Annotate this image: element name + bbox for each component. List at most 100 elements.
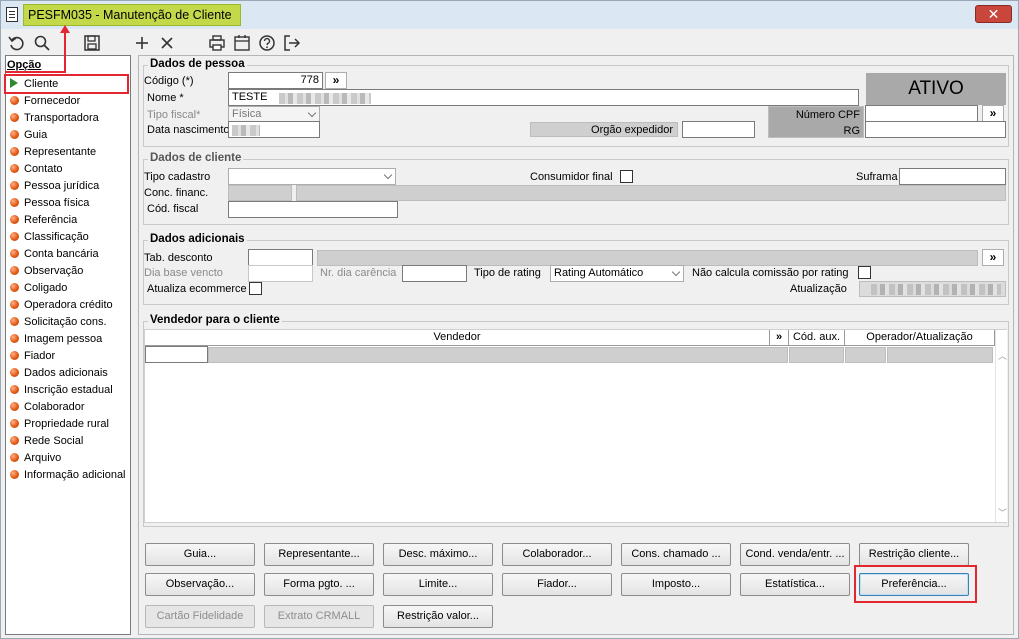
nr-dia-carencia-input[interactable] (402, 265, 467, 282)
suframa-input[interactable] (899, 168, 1006, 185)
dia-base-label: Dia base vencto (144, 267, 223, 279)
sidebar-item-17[interactable]: Dados adicionais (10, 365, 108, 382)
sidebar-item-label: Guia (24, 129, 48, 141)
col-lookup[interactable]: » (770, 330, 789, 346)
bullet-icon (10, 334, 19, 343)
dados-pessoa-title: Dados de pessoa (148, 58, 247, 70)
calendar-icon[interactable] (232, 33, 252, 53)
sidebar-item-13[interactable]: Operadora crédito (10, 297, 113, 314)
sidebar-item-8[interactable]: Referência (10, 212, 77, 229)
button-row2-0[interactable]: Observação... (145, 573, 255, 596)
sidebar-item-4[interactable]: Representante (10, 144, 96, 161)
tipo-cadastro-select[interactable] (228, 168, 396, 185)
sidebar-item-18[interactable]: Inscrição estadual (10, 382, 113, 399)
exit-icon[interactable] (282, 33, 302, 53)
atualiza-ecommerce-checkbox[interactable] (249, 282, 262, 295)
sidebar-item-11[interactable]: Observação (10, 263, 83, 280)
bullet-icon (10, 181, 19, 190)
codigo-label: Código (*) (144, 75, 194, 87)
sidebar-item-1[interactable]: Fornecedor (10, 93, 80, 110)
button-row3-2[interactable]: Restrição valor... (383, 605, 493, 628)
sidebar-item-label: Representante (24, 146, 97, 158)
suframa-label: Suframa (856, 171, 898, 183)
bullet-icon (10, 249, 19, 258)
sidebar-item-22[interactable]: Arquivo (10, 450, 61, 467)
sidebar-item-20[interactable]: Propriedade rural (10, 416, 109, 433)
button-row1-2[interactable]: Desc. máximo... (383, 543, 493, 566)
bullet-icon (10, 283, 19, 292)
codigo-lookup-button[interactable]: » (325, 72, 347, 89)
button-row3-0[interactable]: Cartão Fidelidade (145, 605, 255, 628)
scroll-up-icon[interactable]: ︿ (998, 349, 1007, 362)
annotation-preferencia-highlight (854, 565, 977, 603)
sidebar-item-label: Conta bancária (24, 248, 99, 260)
table-scrollbar[interactable]: ︿ ﹀ (995, 330, 1007, 522)
sidebar-item-16[interactable]: Fiador (10, 348, 55, 365)
sidebar-item-label: Operadora crédito (24, 299, 113, 311)
button-row2-1[interactable]: Forma pgto. ... (264, 573, 374, 596)
sidebar-item-19[interactable]: Colaborador (10, 399, 85, 416)
bullet-icon (10, 96, 19, 105)
sidebar-item-5[interactable]: Contato (10, 161, 63, 178)
tab-desconto-lookup-button[interactable]: » (982, 249, 1004, 266)
button-row2-5[interactable]: Estatística... (740, 573, 850, 596)
tab-desconto-input[interactable] (248, 249, 313, 266)
sidebar-item-2[interactable]: Transportadora (10, 110, 99, 127)
nao-calcula-checkbox[interactable] (858, 266, 871, 279)
cod-fiscal-label: Cód. fiscal (147, 203, 199, 215)
button-row2-2[interactable]: Limite... (383, 573, 493, 596)
help-icon[interactable] (257, 33, 277, 53)
orgao-expedidor-input[interactable] (682, 121, 755, 138)
button-row1-6[interactable]: Restrição cliente... (859, 543, 969, 566)
sidebar-item-15[interactable]: Imagem pessoa (10, 331, 102, 348)
cpf-rg-label-bar: Número CPF RG (768, 106, 864, 138)
add-icon[interactable] (132, 33, 152, 53)
button-row2-3[interactable]: Fiador... (502, 573, 612, 596)
button-row3-1[interactable]: Extrato CRMALL (264, 605, 374, 628)
sidebar-item-label: Inscrição estadual (24, 384, 113, 396)
button-row1-3[interactable]: Colaborador... (502, 543, 612, 566)
button-row1-5[interactable]: Cond. venda/entr. ... (740, 543, 850, 566)
sidebar-item-21[interactable]: Rede Social (10, 433, 83, 450)
save-icon[interactable] (82, 33, 102, 53)
cpf-label: Número CPF (795, 109, 860, 121)
rg-input[interactable] (865, 121, 1006, 138)
col-operador: Operador/Atualização (845, 330, 995, 346)
search-icon[interactable] (32, 33, 52, 53)
codigo-input[interactable]: 778 (228, 72, 323, 89)
cpf-lookup-button[interactable]: » (982, 105, 1004, 122)
print-icon[interactable] (207, 33, 227, 53)
cod-fiscal-input[interactable] (228, 201, 398, 218)
chevron-down-icon (671, 267, 681, 277)
sidebar-item-label: Rede Social (24, 435, 84, 447)
sidebar-item-7[interactable]: Pessoa física (10, 195, 89, 212)
sidebar-item-3[interactable]: Guia (10, 127, 47, 144)
chevron-down-icon (383, 170, 393, 180)
sidebar-item-23[interactable]: Informação adicional (10, 467, 126, 484)
vendedor-code-input[interactable] (145, 346, 208, 363)
sidebar-item-12[interactable]: Coligado (10, 280, 67, 297)
sidebar-item-6[interactable]: Pessoa jurídica (10, 178, 99, 195)
undo-icon[interactable] (7, 33, 27, 53)
sidebar-item-label: Colaborador (24, 401, 85, 413)
dia-base-input[interactable] (248, 265, 313, 282)
cpf-input[interactable] (865, 105, 978, 122)
delete-icon[interactable] (157, 33, 177, 53)
button-row1-1[interactable]: Representante... (264, 543, 374, 566)
conc-financ-label: Conc. financ. (144, 187, 209, 199)
bullet-icon (10, 351, 19, 360)
consumidor-final-checkbox[interactable] (620, 170, 633, 183)
document-icon (6, 7, 18, 22)
tipo-rating-select[interactable]: Rating Automático (550, 265, 684, 282)
sidebar-item-14[interactable]: Solicitação cons. (10, 314, 107, 331)
button-row2-4[interactable]: Imposto... (621, 573, 731, 596)
sidebar-item-label: Fornecedor (24, 95, 81, 107)
button-row1-0[interactable]: Guia... (145, 543, 255, 566)
sidebar-item-9[interactable]: Classificação (10, 229, 89, 246)
button-row1-4[interactable]: Cons. chamado ... (621, 543, 731, 566)
close-button[interactable]: ✕ (975, 5, 1012, 23)
bullet-icon (10, 113, 19, 122)
options-header: Opção (7, 59, 42, 71)
sidebar-item-10[interactable]: Conta bancária (10, 246, 99, 263)
scroll-down-icon[interactable]: ﹀ (998, 506, 1007, 519)
